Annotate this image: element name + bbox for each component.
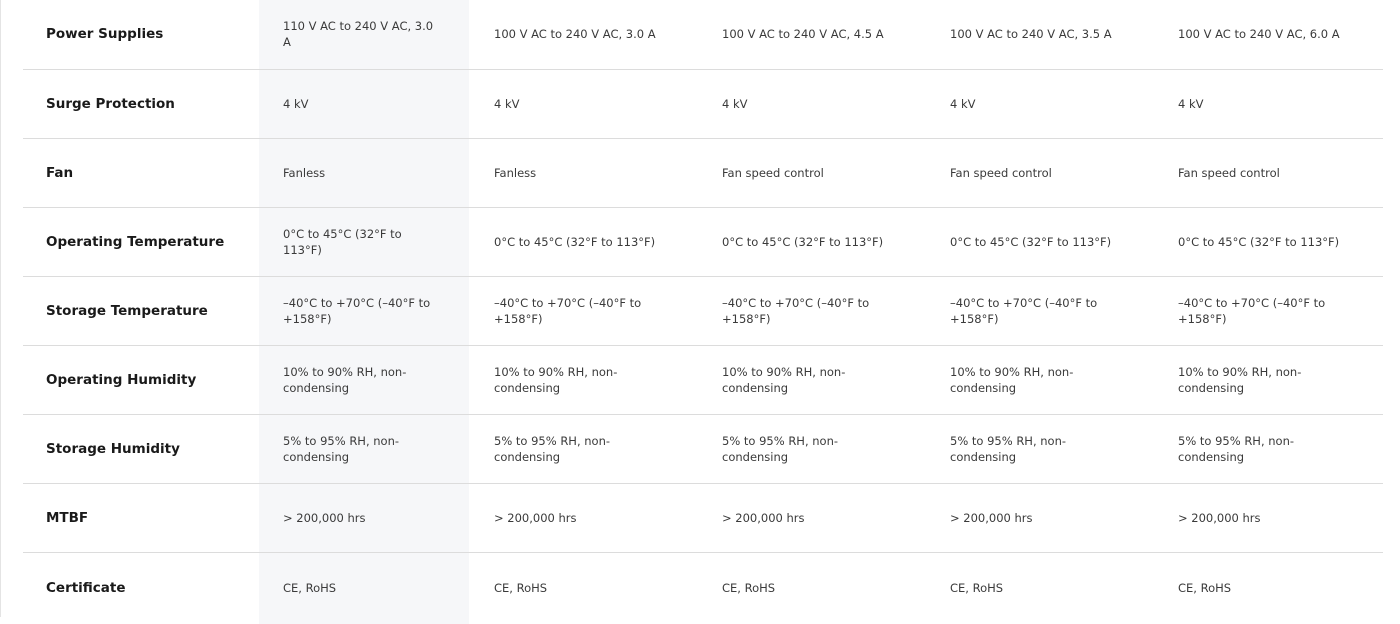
spec-value: 10% to 90% RH, non-condensing [1154, 345, 1383, 415]
left-border-rule [0, 0, 1, 617]
spec-value: 10% to 90% RH, non-condensing [698, 345, 926, 415]
spec-value: 10% to 90% RH, non-condensing [469, 345, 698, 415]
row-label: Operating Humidity [23, 345, 259, 415]
spec-value: > 200,000 hrs [259, 483, 469, 553]
spec-value: > 200,000 hrs [1154, 483, 1383, 553]
spec-value: 4 kV [926, 69, 1154, 139]
spec-value: 0°C to 45°C (32°F to 113°F) [926, 207, 1154, 277]
row-label: Power Supplies [23, 0, 259, 70]
spec-value: 0°C to 45°C (32°F to 113°F) [469, 207, 698, 277]
table-row: Operating Humidity 10% to 90% RH, non-co… [23, 345, 1383, 415]
spec-value: 100 V AC to 240 V AC, 6.0 A [1154, 0, 1383, 70]
spec-value: 4 kV [259, 69, 469, 139]
row-label: Storage Temperature [23, 276, 259, 346]
spec-value: CE, RoHS [259, 552, 469, 624]
spec-value: Fanless [259, 138, 469, 208]
row-label: Operating Temperature [23, 207, 259, 277]
spec-value: CE, RoHS [950, 581, 1004, 596]
spec-value: 110 V AC to 240 V AC, 3.0 A [259, 0, 469, 70]
spec-value: > 200,000 hrs [469, 483, 698, 553]
row-label: Fan [23, 138, 259, 208]
spec-value: 100 V AC to 240 V AC, 3.0 A [469, 0, 698, 70]
specifications-table: Power Supplies 110 V AC to 240 V AC, 3.0… [23, 0, 1383, 624]
spec-value: –40°C to +70°C (–40°F to +158°F) [469, 276, 698, 346]
spec-value: 4 kV [469, 69, 698, 139]
spec-value: 5% to 95% RH, non-condensing [469, 414, 698, 484]
spec-value: –40°C to +70°C (–40°F to +158°F) [698, 276, 926, 346]
table-row: Certificate CE, RoHS CE, RoHS CE, RoHS C… [23, 552, 1383, 624]
spec-value: 0°C to 45°C (32°F to 113°F) [259, 207, 469, 277]
spec-value: CE, RoHS [1178, 581, 1232, 596]
spec-value: CE, RoHS [722, 581, 776, 596]
table-row: Storage Temperature –40°C to +70°C (–40°… [23, 276, 1383, 346]
row-label: MTBF [23, 483, 259, 553]
spec-value: 4 kV [698, 69, 926, 139]
spec-value: 5% to 95% RH, non-condensing [698, 414, 926, 484]
table-row: Operating Temperature 0°C to 45°C (32°F … [23, 207, 1383, 277]
spec-value: Fan speed control [698, 138, 926, 208]
spec-value: Fan speed control [1154, 138, 1383, 208]
spec-value: 5% to 95% RH, non-condensing [259, 414, 469, 484]
row-label: Certificate [46, 580, 126, 597]
table-row: Fan Fanless Fanless Fan speed control Fa… [23, 138, 1383, 208]
spec-value: 100 V AC to 240 V AC, 3.5 A [926, 0, 1154, 70]
spec-value: 100 V AC to 240 V AC, 4.5 A [698, 0, 926, 70]
table-row: Surge Protection 4 kV 4 kV 4 kV 4 kV 4 k… [23, 69, 1383, 139]
row-label: Surge Protection [23, 69, 259, 139]
spec-value: 5% to 95% RH, non-condensing [1154, 414, 1383, 484]
row-label: Storage Humidity [23, 414, 259, 484]
table-row: Power Supplies 110 V AC to 240 V AC, 3.0… [23, 0, 1383, 70]
spec-value: CE, RoHS [494, 581, 548, 596]
spec-value: Fanless [469, 138, 698, 208]
spec-value: > 200,000 hrs [698, 483, 926, 553]
spec-value: 0°C to 45°C (32°F to 113°F) [1154, 207, 1383, 277]
spec-value: –40°C to +70°C (–40°F to +158°F) [1154, 276, 1383, 346]
spec-value: 0°C to 45°C (32°F to 113°F) [698, 207, 926, 277]
table-row: Storage Humidity 5% to 95% RH, non-conde… [23, 414, 1383, 484]
spec-value: Fan speed control [926, 138, 1154, 208]
spec-value: –40°C to +70°C (–40°F to +158°F) [926, 276, 1154, 346]
spec-value: 5% to 95% RH, non-condensing [926, 414, 1154, 484]
table-row: MTBF > 200,000 hrs > 200,000 hrs > 200,0… [23, 483, 1383, 553]
spec-value: 4 kV [1154, 69, 1383, 139]
spec-value: –40°C to +70°C (–40°F to +158°F) [259, 276, 469, 346]
spec-value: > 200,000 hrs [926, 483, 1154, 553]
spec-value: 10% to 90% RH, non-condensing [926, 345, 1154, 415]
spec-value: 10% to 90% RH, non-condensing [259, 345, 469, 415]
